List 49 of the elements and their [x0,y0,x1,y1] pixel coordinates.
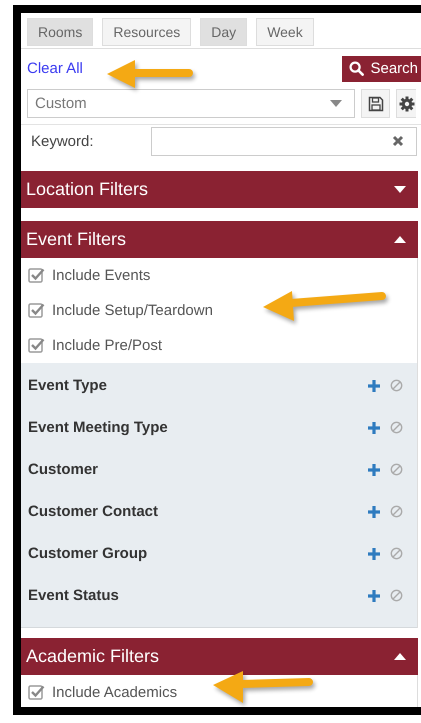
keyword-label: Keyword: [30,132,95,150]
block-icon[interactable] [390,421,403,434]
caret-icon [394,652,406,660]
keyword-field[interactable] [151,126,417,156]
checkbox[interactable] [28,266,45,284]
block-icon[interactable] [390,547,403,560]
section-header[interactable]: Event Filters [21,220,418,258]
caret-icon [394,236,406,243]
checkbox[interactable] [28,336,45,354]
search-icon [349,61,364,76]
save-icon [368,96,384,112]
checkbox[interactable] [28,684,45,702]
add-icon[interactable] [367,588,381,603]
block-icon[interactable] [390,505,403,518]
add-icon[interactable] [367,546,381,561]
checkbox-label: Include Pre/Post [52,336,162,354]
block-icon[interactable] [390,589,403,602]
view-tab[interactable]: Rooms [27,18,94,46]
caret-icon [330,100,342,108]
section-header[interactable]: Location Filters [21,170,418,208]
save-button[interactable] [361,89,390,118]
filter-label: Customer [28,461,100,478]
filter-label: Customer Contact [28,503,160,520]
checkbox[interactable] [28,302,45,319]
filter-label: Event Status [28,587,120,604]
view-tab[interactable]: Resources [102,18,192,46]
clear-all-link[interactable]: Clear All [27,60,83,78]
checkbox-label: Include Academics [52,684,178,702]
settings-icon [399,96,415,112]
block-icon[interactable] [390,379,403,392]
clear-icon[interactable] [392,135,404,148]
checkbox-label: Include Setup/Teardown [52,302,213,319]
filter-label: Event Meeting Type [28,419,169,436]
search-button[interactable]: Search [342,56,421,82]
settings-button[interactable] [396,89,416,118]
range-tab[interactable]: Day [200,18,248,46]
filter-label: Event Type [28,377,108,394]
caret-icon [394,186,406,193]
filter-label: Customer Group [28,545,148,562]
checkbox-label: Include Events [52,266,150,284]
range-tab[interactable]: Week [256,18,314,46]
add-icon[interactable] [367,462,381,477]
block-icon[interactable] [390,463,403,476]
add-icon[interactable] [367,420,381,435]
add-icon[interactable] [367,504,381,519]
add-icon[interactable] [367,378,381,393]
saved-search-dropdown[interactable]: Custom [27,89,355,118]
arrow-icon [211,670,315,706]
section-header[interactable]: Academic Filters [21,638,418,676]
